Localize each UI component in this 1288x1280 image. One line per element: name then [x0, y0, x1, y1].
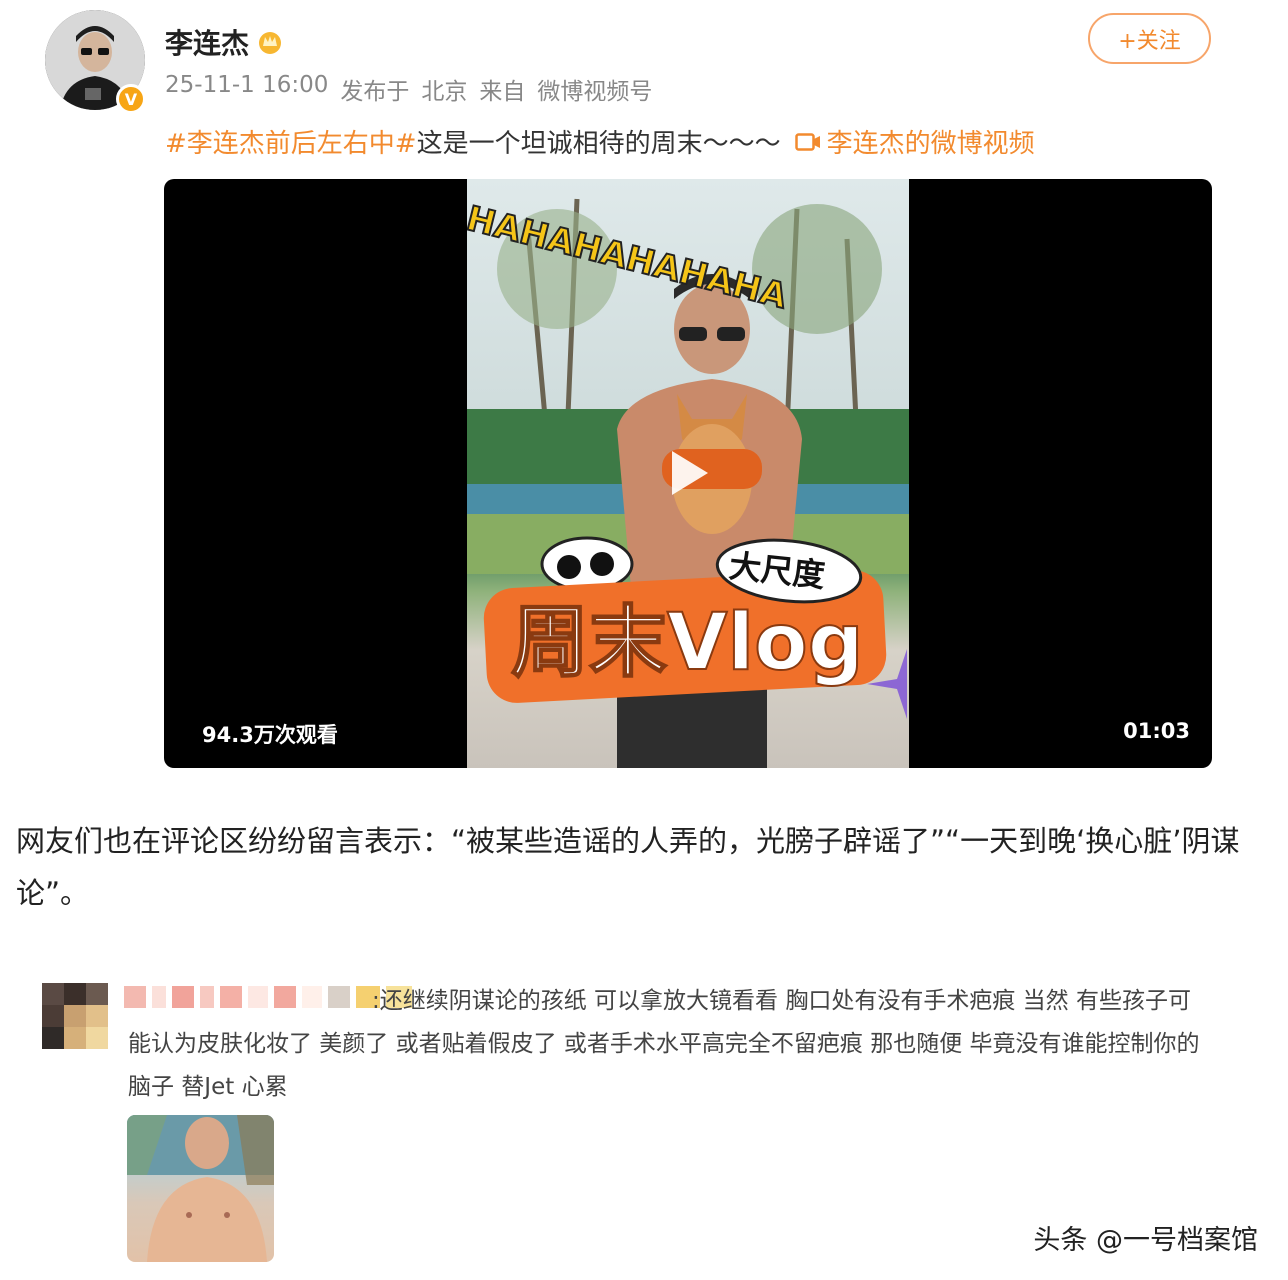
post-source[interactable]: 微博视频号 [537, 72, 652, 106]
video-player[interactable]: HAHAHAHAHAHA 周末Vlog 大尺度 94.3万次观看 01:03 [164, 179, 1212, 768]
post-body: #李连杰前后左右中# 这是一个坦诚相待的周末～～～ 李连杰的微博视频 [165, 123, 1035, 160]
comment-photo [127, 1115, 274, 1262]
post-author[interactable]: 李连杰 [165, 22, 283, 62]
post-location[interactable]: 北京 [421, 72, 467, 106]
play-button[interactable] [654, 441, 718, 505]
comment-avatar[interactable] [42, 983, 108, 1049]
location-prefix: 发布于 [340, 79, 410, 105]
crown-icon [259, 32, 282, 54]
sticker-title: 周末Vlog [511, 598, 864, 688]
post-timestamp: 25-11-1 16:00 [165, 72, 329, 98]
post-meta: 25-11-1 16:00 发布于 北京 来自 微博视频号 [165, 72, 652, 106]
article-paragraph: 网友们也在评论区纷纷留言表示：“被某些造谣的人弄的，光膀子辟谣了”“一天到晚‘换… [16, 824, 1240, 910]
watermark: 头条 @一号档案馆 [1033, 1225, 1258, 1256]
comment-image[interactable] [127, 1115, 274, 1262]
post-text: 这是一个坦诚相待的周末～～～ [416, 129, 781, 159]
comment-text: :还继续阴谋论的孩纸 可以拿放大镜看看 胸口处有没有手术疤痕 当然 有些孩子可能… [128, 988, 1200, 1100]
follow-button[interactable]: +关注 [1088, 13, 1211, 64]
hashtag-link[interactable]: #李连杰前后左右中# [165, 123, 417, 160]
video-icon [794, 132, 820, 151]
video-link[interactable]: 李连杰的微博视频 [794, 123, 1035, 160]
video-link-label: 李连杰的微博视频 [826, 129, 1035, 159]
username-label: 李连杰 [165, 27, 250, 60]
video-duration: 01:03 [1123, 719, 1190, 743]
verified-v-icon: V [116, 84, 146, 114]
play-icon [672, 451, 708, 495]
source-prefix: 来自 [479, 79, 526, 105]
view-count: 94.3万次观看 [202, 723, 338, 747]
